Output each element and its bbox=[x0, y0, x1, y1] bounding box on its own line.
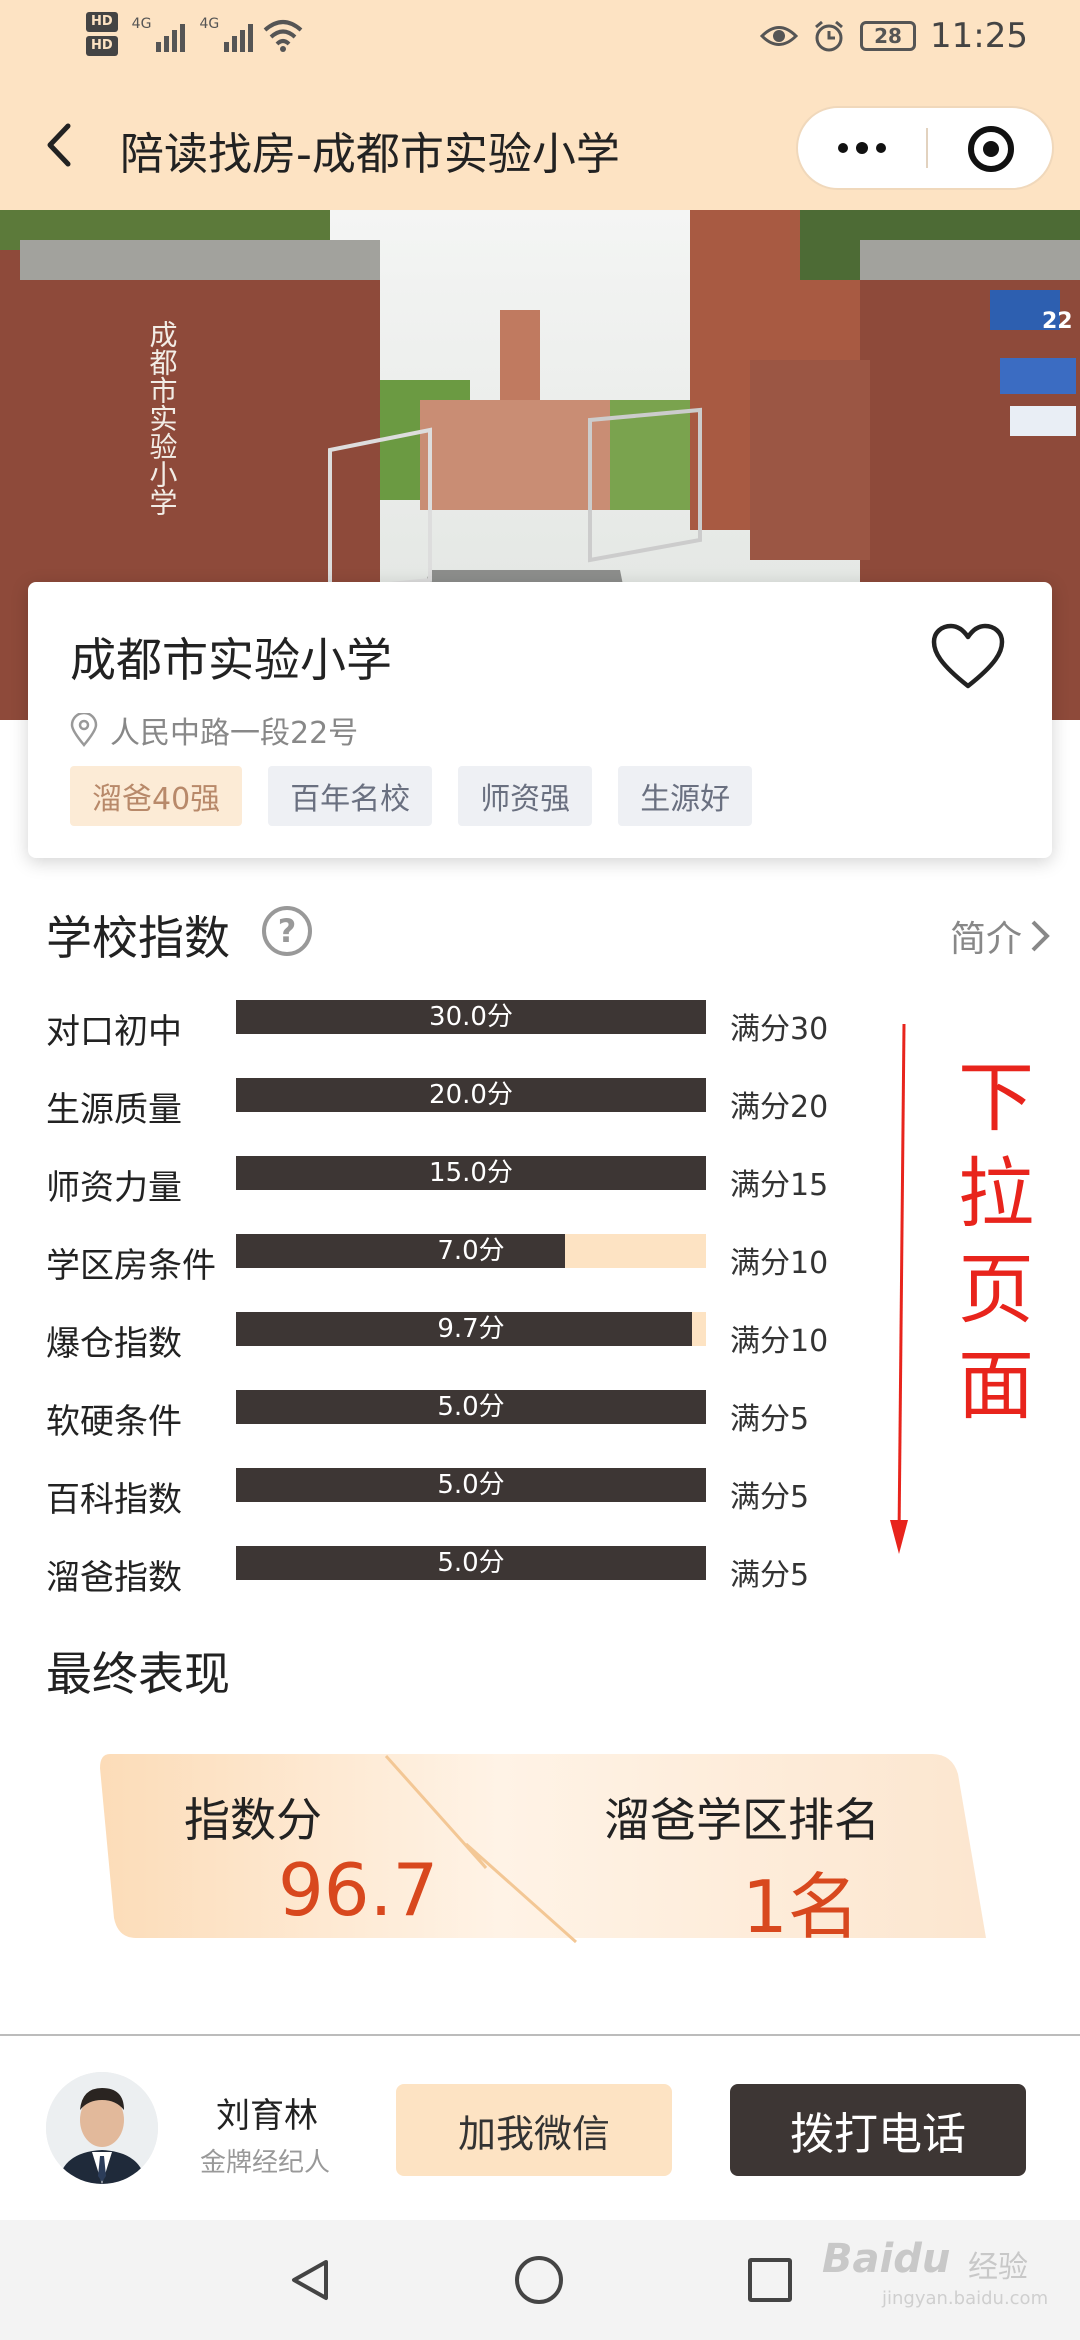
max-score: 满分5 bbox=[730, 1402, 810, 1437]
school-name: 成都市实验小学 bbox=[70, 633, 392, 687]
score-bar-track: 9.7分 bbox=[236, 1312, 706, 1346]
max-score: 满分5 bbox=[730, 1480, 810, 1515]
status-bar: HD HD 4G 4G 28 11:25 bbox=[0, 0, 1080, 80]
heart-icon[interactable] bbox=[930, 622, 1006, 692]
watermark-url: jingyan.baidu.com bbox=[882, 2288, 1049, 2309]
signal-icon: 4G bbox=[132, 16, 186, 52]
page-title: 陪读找房-成都市实验小学 bbox=[120, 129, 620, 180]
hd-badge: HD bbox=[86, 12, 118, 32]
index-row: 对口初中 30.0分 满分30 bbox=[0, 1000, 1080, 1052]
tag-badge: 生源好 bbox=[618, 766, 753, 826]
final-performance-card: 指数分 96.7 溜爸学区排名 1名 bbox=[96, 1748, 986, 1949]
chevron-right-icon bbox=[1031, 920, 1050, 952]
signal-icon: 4G bbox=[199, 16, 254, 52]
index-score-value: 96.7 bbox=[278, 1848, 439, 1932]
score-text: 5.0分 bbox=[437, 1470, 505, 1500]
score-bar-track: 30.0分 bbox=[236, 1000, 706, 1034]
location-pin-icon bbox=[70, 713, 98, 747]
add-wechat-button[interactable]: 加我微信 bbox=[396, 2084, 672, 2176]
district-rank-value: 1名 bbox=[742, 1865, 860, 1949]
index-row: 学区房条件 7.0分 满分10 bbox=[0, 1234, 1080, 1286]
system-home-icon[interactable] bbox=[515, 2256, 563, 2304]
hd-badge: HD bbox=[86, 36, 118, 56]
index-row: 百科指数 5.0分 满分5 bbox=[0, 1468, 1080, 1520]
close-program-icon[interactable] bbox=[968, 126, 1014, 172]
alarm-icon bbox=[815, 20, 843, 52]
index-row: 爆仓指数 9.7分 满分10 bbox=[0, 1312, 1080, 1364]
max-score: 满分15 bbox=[730, 1168, 829, 1203]
intro-link[interactable]: 简介 bbox=[950, 910, 1050, 962]
score-text: 5.0分 bbox=[437, 1392, 505, 1422]
index-label: 百科指数 bbox=[46, 1480, 182, 1520]
battery-icon: 28 bbox=[860, 21, 917, 51]
index-section-title: 学校指数 bbox=[46, 911, 230, 965]
index-row: 师资力量 15.0分 满分15 bbox=[0, 1156, 1080, 1208]
max-score: 满分20 bbox=[730, 1090, 829, 1125]
agent-contact-bar: 刘育林 金牌经纪人 加我微信 拨打电话 bbox=[0, 2034, 1080, 2220]
watermark-brand: Baidu bbox=[822, 2236, 951, 2282]
max-score: 满分10 bbox=[730, 1246, 829, 1281]
scroll-down-arrow-annotation bbox=[890, 1023, 908, 1554]
tag-badge: 百年名校 bbox=[268, 766, 433, 826]
back-arrow-icon[interactable] bbox=[40, 122, 80, 168]
index-label: 软硬条件 bbox=[46, 1402, 182, 1442]
agent-avatar[interactable] bbox=[46, 2072, 158, 2184]
gate-sign-text: 成都市实验小学 bbox=[146, 320, 179, 516]
score-bar-track: 7.0分 bbox=[236, 1234, 706, 1268]
index-label: 爆仓指数 bbox=[46, 1324, 182, 1364]
index-label: 溜爸指数 bbox=[46, 1558, 182, 1598]
score-text: 30.0分 bbox=[429, 1002, 513, 1032]
nav-bar: 陪读找房-成都市实验小学 bbox=[0, 80, 1080, 210]
index-row: 软硬条件 5.0分 满分5 bbox=[0, 1390, 1080, 1442]
index-row: 溜爸指数 5.0分 满分5 bbox=[0, 1546, 1080, 1598]
system-recents-icon[interactable] bbox=[748, 2258, 792, 2302]
clock: 11:25 bbox=[930, 16, 1028, 56]
index-label: 学区房条件 bbox=[46, 1246, 216, 1286]
watermark-label: 经验 bbox=[968, 2250, 1028, 2285]
school-address: 人民中路一段22号 bbox=[70, 708, 358, 752]
score-bar-track: 5.0分 bbox=[236, 1390, 706, 1424]
max-score: 满分10 bbox=[730, 1324, 829, 1359]
index-label: 师资力量 bbox=[46, 1168, 182, 1208]
score-bar-track: 5.0分 bbox=[236, 1546, 706, 1580]
score-text: 20.0分 bbox=[429, 1080, 513, 1110]
score-text: 15.0分 bbox=[429, 1158, 513, 1188]
wifi-icon bbox=[263, 20, 303, 52]
house-number-plate: 22 bbox=[1042, 309, 1073, 334]
network-indicators: HD HD 4G 4G bbox=[86, 12, 305, 56]
score-bar-track: 20.0分 bbox=[236, 1078, 706, 1112]
baidu-jingyan-watermark: Baidu 经验 jingyan.baidu.com bbox=[822, 2236, 1062, 2312]
school-info-card: 成都市实验小学 人民中路一段22号 溜爸40强 百年名校 师资强 生源好 bbox=[28, 582, 1052, 858]
district-rank-label: 溜爸学区排名 bbox=[604, 1793, 880, 1847]
max-score: 满分30 bbox=[730, 1012, 829, 1047]
index-label: 生源质量 bbox=[46, 1090, 182, 1130]
index-row: 生源质量 20.0分 满分20 bbox=[0, 1078, 1080, 1130]
score-text: 9.7分 bbox=[437, 1314, 505, 1344]
score-text: 5.0分 bbox=[437, 1548, 505, 1578]
tag-badge: 溜爸40强 bbox=[70, 766, 243, 826]
school-tags: 溜爸40强 百年名校 师资强 生源好 bbox=[70, 766, 753, 826]
agent-role: 金牌经纪人 bbox=[200, 2148, 331, 2178]
agent-name: 刘育林 bbox=[216, 2096, 318, 2136]
intro-label: 简介 bbox=[949, 919, 1022, 960]
call-button[interactable]: 拨打电话 bbox=[730, 2084, 1026, 2176]
help-icon[interactable]: ? bbox=[262, 906, 312, 956]
address-text: 人民中路一段22号 bbox=[110, 716, 359, 751]
final-section-title: 最终表现 bbox=[46, 1647, 230, 1701]
score-bar-track: 5.0分 bbox=[236, 1468, 706, 1502]
mini-program-capsule bbox=[796, 106, 1054, 190]
index-score-label: 指数分 bbox=[184, 1793, 322, 1847]
more-menu-button[interactable] bbox=[798, 108, 926, 188]
tag-badge: 师资强 bbox=[458, 766, 593, 826]
score-bar-track: 15.0分 bbox=[236, 1156, 706, 1190]
max-score: 满分5 bbox=[730, 1558, 810, 1593]
scroll-hint-annotation: 下拉页面 bbox=[958, 1053, 1034, 1430]
capsule-divider bbox=[926, 128, 928, 168]
score-text: 7.0分 bbox=[437, 1236, 505, 1266]
system-back-icon[interactable] bbox=[286, 2256, 334, 2304]
eye-icon bbox=[760, 26, 799, 46]
index-label: 对口初中 bbox=[46, 1012, 182, 1052]
